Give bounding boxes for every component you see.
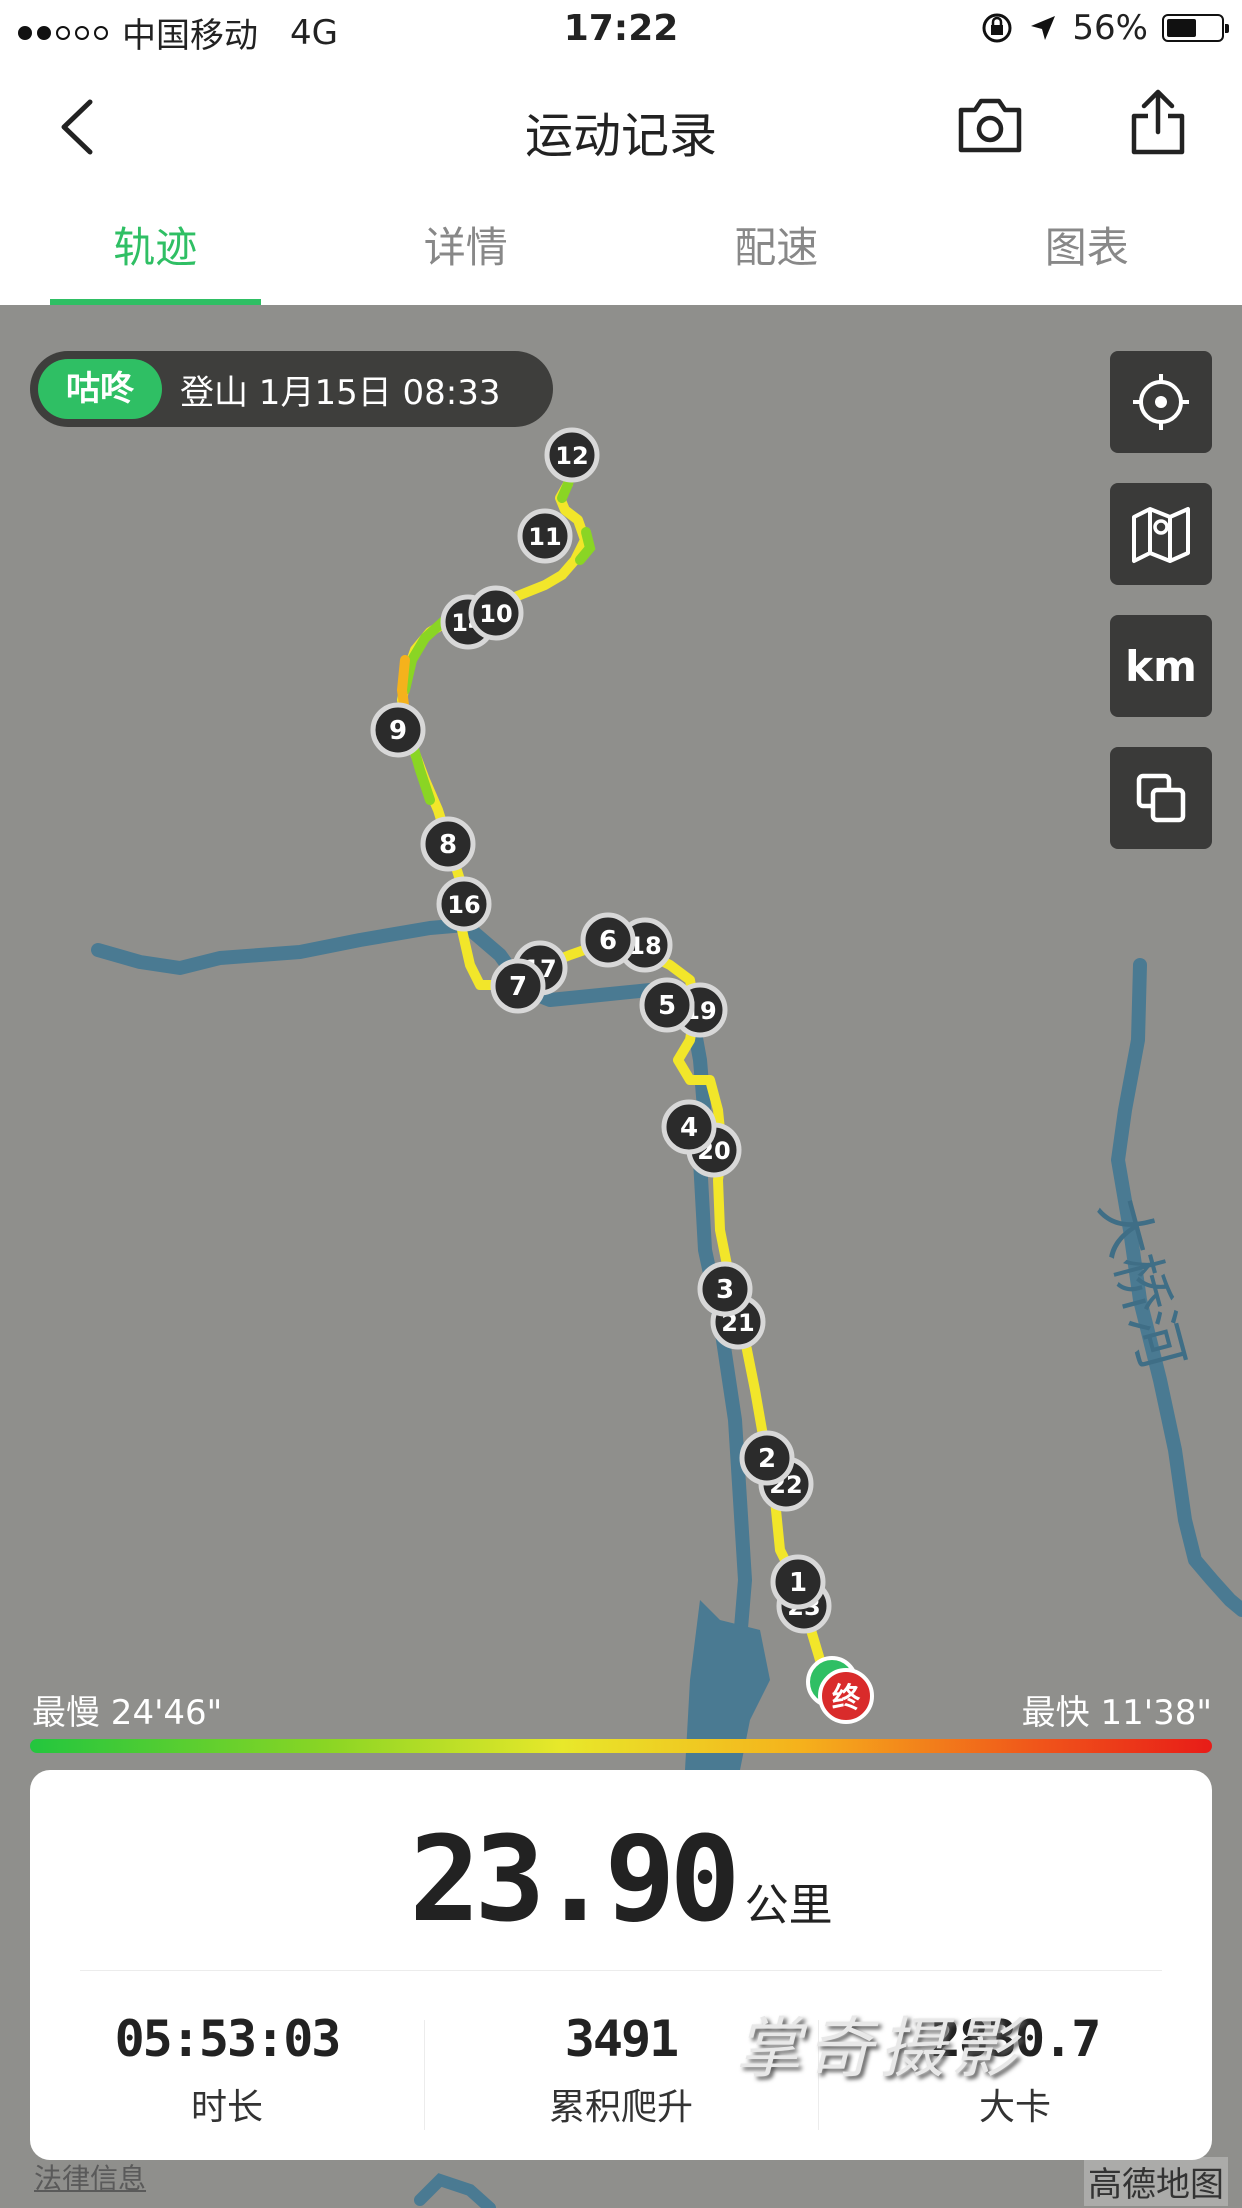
- layers-button[interactable]: [1110, 747, 1212, 849]
- unit-label: km: [1125, 641, 1197, 691]
- location-arrow-icon: [1031, 16, 1056, 40]
- map-attribution: 高德地图: [1084, 2157, 1228, 2206]
- km-marker-11[interactable]: 11: [517, 508, 573, 564]
- km-marker-label: 16: [447, 891, 480, 919]
- km-marker-label: 9: [389, 716, 407, 746]
- locate-button[interactable]: [1110, 351, 1212, 453]
- km-marker-5[interactable]: 5: [639, 977, 695, 1033]
- distance-display: 23.90 公里: [30, 1810, 1212, 1948]
- map-icon: [1132, 507, 1190, 563]
- stat-duration-value: 05:53:03: [114, 2010, 342, 2068]
- km-marker-6[interactable]: 6: [580, 912, 636, 968]
- battery-icon: [1162, 14, 1229, 42]
- pace-gradient-bar: [30, 1739, 1212, 1753]
- end-marker-label: 终: [832, 1681, 861, 1714]
- tab-details[interactable]: 详情: [311, 190, 622, 305]
- km-marker-label: 7: [509, 972, 527, 1002]
- tab-charts[interactable]: 图表: [932, 190, 1242, 305]
- km-marker-4[interactable]: 4: [661, 1099, 717, 1155]
- stat-duration-label: 时长: [190, 2087, 263, 2128]
- km-marker-label: 12: [555, 442, 588, 470]
- distance-unit: 公里: [744, 1880, 833, 1931]
- map-view[interactable]: 终 大桥河 232221201918171614123456789101112 …: [0, 305, 1242, 2208]
- km-marker-label: 4: [680, 1113, 698, 1143]
- page-title: 运动记录: [524, 108, 717, 164]
- activity-info-pill: 咕咚 登山 1月15日 08:33: [30, 351, 553, 427]
- distance-value: 23.90: [409, 1810, 740, 1948]
- km-marker-label: 10: [479, 600, 512, 628]
- km-marker-7[interactable]: 7: [490, 958, 546, 1014]
- km-marker-10[interactable]: 10: [468, 585, 524, 641]
- km-marker-12[interactable]: 12: [544, 427, 600, 483]
- track-mid-segment: [396, 655, 410, 710]
- camera-button[interactable]: [955, 92, 1025, 158]
- stat-duration: 05:53:03 时长: [30, 2010, 424, 2130]
- river-west: [91, 918, 752, 1767]
- status-right: 56%: [980, 8, 1229, 48]
- status-bar: 中国移动 4G 17:22 56%: [0, 0, 1242, 62]
- km-marker-16[interactable]: 16: [436, 876, 492, 932]
- tab-track[interactable]: 轨迹: [0, 190, 311, 305]
- km-marker-label: 3: [716, 1275, 734, 1305]
- river-south: [414, 2173, 496, 2208]
- watermark: 掌奇摄影: [735, 2010, 1023, 2087]
- navigation-bar: 运动记录: [0, 62, 1242, 191]
- km-marker-8[interactable]: 8: [420, 816, 476, 872]
- km-marker-3[interactable]: 3: [697, 1261, 753, 1317]
- app-badge: 咕咚: [38, 359, 162, 419]
- km-marker-label: 6: [599, 926, 617, 956]
- river-label: 大桥河: [1086, 1191, 1197, 1377]
- km-marker-label: 1: [789, 1568, 807, 1598]
- card-divider: [80, 1970, 1162, 1971]
- crosshair-icon: [1133, 374, 1189, 430]
- fastest-pace: 最快 11'38": [1021, 1693, 1212, 1733]
- km-marker-9[interactable]: 9: [370, 702, 426, 758]
- tab-bar: 轨迹 详情 配速 图表: [0, 190, 1242, 305]
- km-marker-1[interactable]: 1: [770, 1554, 826, 1610]
- activity-info: 登山 1月15日 08:33: [180, 372, 501, 413]
- slowest-pace: 最慢 24'46": [32, 1693, 223, 1733]
- tab-pace[interactable]: 配速: [621, 190, 932, 305]
- km-marker-2[interactable]: 2: [739, 1430, 795, 1486]
- orientation-lock-icon: [982, 13, 1012, 43]
- km-marker-label: 11: [528, 523, 561, 551]
- legal-info-link[interactable]: 法律信息: [34, 2157, 146, 2197]
- battery-percent: 56%: [1072, 8, 1148, 48]
- km-markers: 232221201918171614123456789101112: [370, 427, 832, 1634]
- km-marker-label: 2: [758, 1444, 776, 1474]
- unit-button[interactable]: km: [1110, 615, 1212, 717]
- map-style-button[interactable]: [1110, 483, 1212, 585]
- summary-card: 23.90 公里 05:53:03 时长 3491 累积爬升 2830.7 大卡: [30, 1770, 1212, 2160]
- km-marker-label: 8: [439, 830, 457, 860]
- layers-icon: [1136, 773, 1186, 823]
- share-button[interactable]: [1128, 86, 1188, 158]
- km-marker-label: 5: [658, 991, 676, 1021]
